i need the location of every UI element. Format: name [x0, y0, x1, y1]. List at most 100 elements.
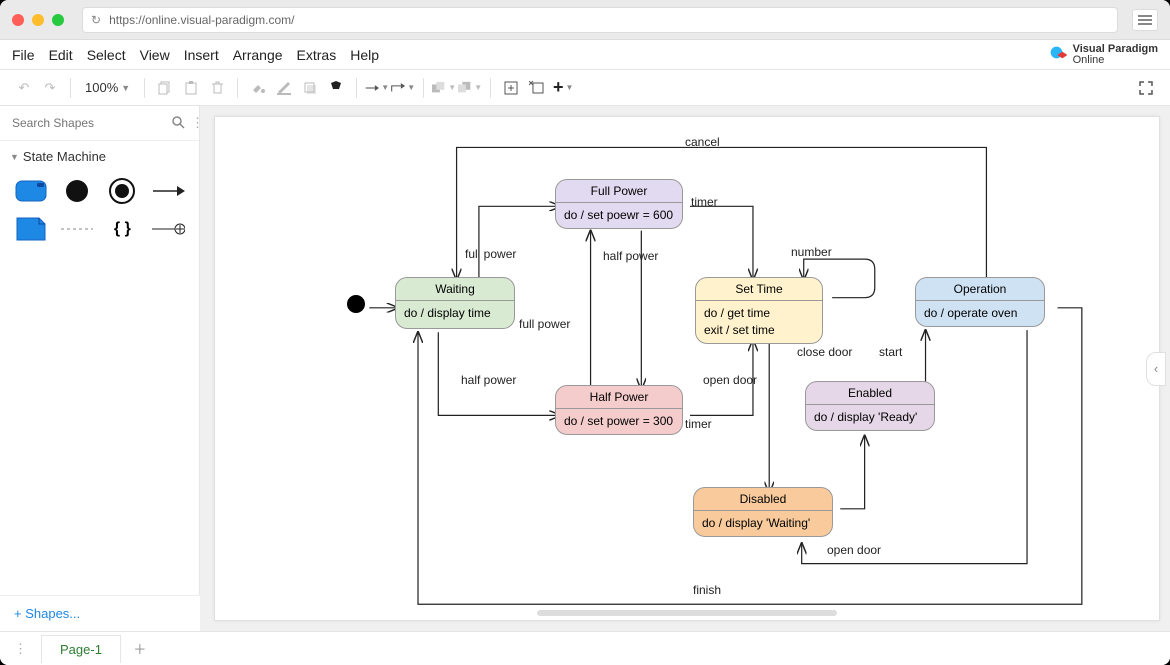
- product-logo: Visual Paradigm Online: [1049, 44, 1158, 66]
- menu-view[interactable]: View: [140, 47, 170, 63]
- shapes-sidebar: ⋮ ▼ State Machine { }: [0, 106, 200, 631]
- shapes-palette: { }: [0, 168, 199, 252]
- edge-label-fullpower1: full power: [465, 247, 516, 261]
- edge-label-fullpower2: full power: [519, 317, 570, 331]
- edge-label-halfpower1: half power: [603, 249, 658, 263]
- line-color-button[interactable]: [272, 76, 296, 100]
- pages-bar: ⋮ Page-1 ＋: [0, 631, 1170, 665]
- state-settime[interactable]: Set Timedo / get time exit / set time: [695, 277, 823, 344]
- search-input[interactable]: [8, 112, 171, 134]
- shape-group-label: State Machine: [23, 149, 106, 164]
- format-panel-toggle[interactable]: ‹: [1146, 352, 1166, 386]
- minimize-icon[interactable]: [32, 14, 44, 26]
- initial-state[interactable]: [347, 295, 365, 313]
- shape-note[interactable]: [12, 214, 50, 244]
- state-title: Full Power: [556, 180, 682, 203]
- format-painter-button[interactable]: [324, 76, 348, 100]
- state-body: do / get time exit / set time: [696, 301, 822, 343]
- edge-label-timer1: timer: [691, 195, 718, 209]
- shape-initial[interactable]: [58, 176, 96, 206]
- edge-cancel[interactable]: [457, 147, 987, 279]
- to-back-button[interactable]: ▼: [458, 76, 482, 100]
- state-disabled[interactable]: Disableddo / display 'Waiting': [693, 487, 833, 537]
- state-body: do / operate oven: [916, 301, 1044, 326]
- to-front-button[interactable]: ▼: [432, 76, 456, 100]
- edge-label-start: start: [879, 345, 902, 359]
- connection-style-button[interactable]: ▼: [365, 76, 389, 100]
- menu-arrange[interactable]: Arrange: [233, 47, 283, 63]
- undo-button[interactable]: ↶: [12, 76, 36, 100]
- page-tab[interactable]: Page-1: [41, 635, 121, 663]
- menu-insert[interactable]: Insert: [184, 47, 219, 63]
- diagram-canvas[interactable]: Waitingdo / display timeFull Powerdo / s…: [214, 116, 1160, 621]
- fill-color-button[interactable]: [246, 76, 270, 100]
- zoom-dropdown[interactable]: 100% ▼: [85, 80, 130, 95]
- state-enabled[interactable]: Enableddo / display 'Ready': [805, 381, 935, 431]
- fit-page-button[interactable]: [499, 76, 523, 100]
- canvas-scrollbar[interactable]: [537, 610, 837, 616]
- delete-button[interactable]: [205, 76, 229, 100]
- add-page-button[interactable]: ＋: [129, 638, 151, 660]
- shape-constraint[interactable]: { }: [104, 214, 142, 244]
- search-shapes: ⋮: [0, 106, 199, 141]
- state-title: Half Power: [556, 386, 682, 409]
- edge-label-closedoor: close door: [797, 345, 852, 359]
- menu-file[interactable]: File: [12, 47, 35, 63]
- toolbar: ↶ ↷ 100% ▼ ▼ ▼ ▼ ▼ +▼: [0, 70, 1170, 106]
- maximize-icon[interactable]: [52, 14, 64, 26]
- state-halfpower[interactable]: Half Powerdo / set power = 300: [555, 385, 683, 435]
- menu-help[interactable]: Help: [350, 47, 379, 63]
- url-bar[interactable]: ↻ https://online.visual-paradigm.com/: [82, 7, 1118, 33]
- edge-finish[interactable]: [418, 308, 1082, 604]
- state-body: do / display time: [396, 301, 514, 326]
- shapes-button[interactable]: + Shapes...: [0, 595, 200, 631]
- copy-button[interactable]: [153, 76, 177, 100]
- shape-terminate[interactable]: [149, 214, 187, 244]
- pages-more-icon[interactable]: ⋮: [14, 641, 27, 657]
- close-icon[interactable]: [12, 14, 24, 26]
- search-icon[interactable]: [171, 115, 185, 132]
- edge-fullpower1[interactable]: [479, 206, 560, 279]
- edge-timer1[interactable]: [690, 206, 753, 279]
- edge-label-halfpower2: half power: [461, 373, 516, 387]
- browser-menu-button[interactable]: [1132, 9, 1158, 31]
- shape-transition[interactable]: [149, 176, 187, 206]
- shape-state[interactable]: [12, 176, 50, 206]
- shadow-button[interactable]: [298, 76, 322, 100]
- state-body: do / set poewr = 600: [556, 203, 682, 228]
- state-fullpower[interactable]: Full Powerdo / set poewr = 600: [555, 179, 683, 229]
- shape-group-header[interactable]: ▼ State Machine: [0, 141, 199, 168]
- edge-label-opendoor1: open door: [703, 373, 757, 387]
- app-window: ↻ https://online.visual-paradigm.com/ Fi…: [0, 0, 1170, 665]
- state-operation[interactable]: Operationdo / operate oven: [915, 277, 1045, 327]
- redo-button[interactable]: ↷: [38, 76, 62, 100]
- vp-logo-icon: [1049, 45, 1069, 65]
- menu-select[interactable]: Select: [87, 47, 126, 63]
- edge-opendoor2[interactable]: [802, 330, 1027, 563]
- url-text: https://online.visual-paradigm.com/: [109, 13, 294, 27]
- paste-button[interactable]: [179, 76, 203, 100]
- logo-text-1: Visual Paradigm: [1073, 44, 1158, 55]
- shape-final[interactable]: [104, 176, 142, 206]
- edge-label-opendoor2: open door: [827, 543, 881, 557]
- state-body: do / display 'Waiting': [694, 511, 832, 536]
- edge-label-finish: finish: [693, 583, 721, 597]
- reload-icon[interactable]: ↻: [91, 13, 101, 27]
- menu-extras[interactable]: Extras: [297, 47, 337, 63]
- insert-button[interactable]: +▼: [551, 76, 575, 100]
- canvas-area[interactable]: Waitingdo / display timeFull Powerdo / s…: [200, 106, 1170, 631]
- fullscreen-button[interactable]: [1134, 76, 1158, 100]
- menu-edit[interactable]: Edit: [49, 47, 73, 63]
- state-body: do / set power = 300: [556, 409, 682, 434]
- state-waiting[interactable]: Waitingdo / display time: [395, 277, 515, 329]
- state-title: Enabled: [806, 382, 934, 405]
- diagram-svg: [215, 117, 1159, 631]
- state-body: do / display 'Ready': [806, 405, 934, 430]
- autosize-button[interactable]: [525, 76, 549, 100]
- shape-anchor[interactable]: [58, 214, 96, 244]
- edge-label-timer2: timer: [685, 417, 712, 431]
- edge-closedoor[interactable]: [840, 436, 864, 509]
- edge-label-number: number: [791, 245, 832, 259]
- window-controls: [12, 14, 64, 26]
- waypoint-style-button[interactable]: ▼: [391, 76, 415, 100]
